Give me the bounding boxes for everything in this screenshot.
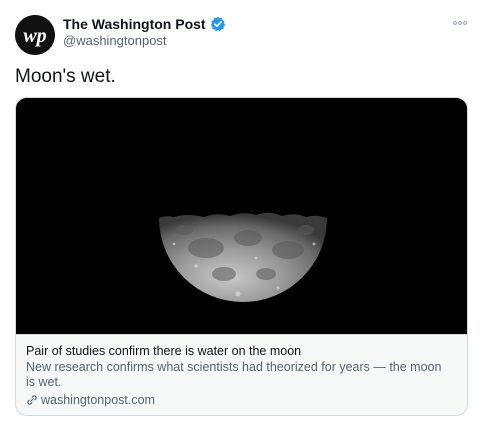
card-title: Pair of studies confirm there is water o… [26, 344, 302, 358]
more-options-button[interactable] [449, 14, 471, 32]
more-dots-icon [453, 21, 467, 25]
wp-logo-icon: wp [15, 15, 55, 55]
verified-badge-icon [210, 16, 226, 32]
handle[interactable]: @washingtonpost [63, 33, 167, 48]
half-moon-photo [16, 98, 467, 334]
tweet: wp The Washington Post @washingtonpost M… [0, 0, 485, 428]
display-name[interactable]: The Washington Post [63, 16, 206, 32]
link-card[interactable]: Pair of studies confirm there is water o… [15, 97, 468, 416]
avatar-logo-text: wp [23, 25, 46, 47]
card-body[interactable]: Pair of studies confirm there is water o… [16, 334, 467, 415]
card-description: New research confirms what scientists ha… [26, 360, 442, 389]
card-image[interactable] [16, 98, 467, 334]
card-domain-row: washingtonpost.com [26, 392, 457, 408]
avatar[interactable]: wp [15, 15, 55, 55]
author-name-row: The Washington Post [63, 16, 226, 32]
tweet-text: Moon's wet. [15, 66, 116, 87]
link-icon [26, 394, 38, 406]
card-domain: washingtonpost.com [41, 393, 155, 407]
